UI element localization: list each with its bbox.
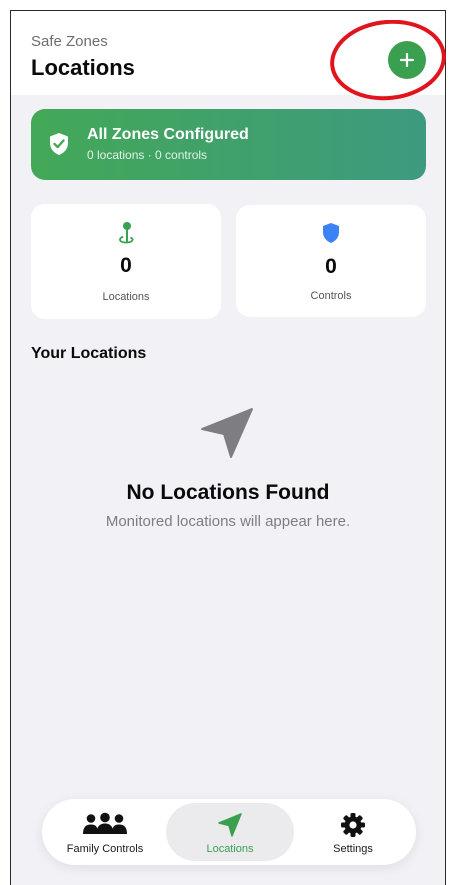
locations-stat-label: Locations: [102, 291, 150, 303]
tab-family-controls[interactable]: Family Controls: [42, 799, 168, 865]
shield-icon: [323, 223, 339, 243]
people-icon: [83, 812, 127, 834]
controls-count: 0: [325, 255, 337, 278]
controls-stat-label: Controls: [310, 290, 352, 302]
empty-state-title: No Locations Found: [126, 481, 330, 504]
gear-icon: [341, 813, 365, 837]
locations-stat-card: 0 Locations: [31, 204, 221, 319]
map-pin-icon: [119, 222, 134, 244]
tab-label-settings: Settings: [333, 843, 373, 855]
shield-check-icon: [50, 133, 68, 155]
status-banner: All Zones Configured 0 locations · 0 con…: [31, 109, 426, 180]
tab-bar: Family Controls Locations Settings: [42, 799, 416, 865]
tab-label-locations: Locations: [206, 843, 254, 855]
page-title: Locations: [31, 55, 135, 80]
controls-stat-card: 0 Controls: [236, 205, 426, 317]
location-arrow-icon: [218, 813, 242, 837]
empty-state-subtitle: Monitored locations will appear here.: [105, 513, 351, 530]
status-banner-title: All Zones Configured: [87, 126, 249, 143]
header-subtitle: Safe Zones: [31, 33, 108, 50]
section-title: Your Locations: [31, 345, 147, 362]
tab-settings[interactable]: Settings: [290, 799, 416, 865]
nav-header: Safe Zones Locations: [11, 11, 445, 95]
tab-locations[interactable]: Locations: [166, 799, 294, 865]
location-arrow-icon: [201, 408, 253, 458]
locations-count: 0: [120, 254, 132, 277]
tab-label-family-controls: Family Controls: [66, 843, 144, 855]
plus-icon: [399, 52, 415, 68]
app-screen: Safe Zones Locations All Zones Configure…: [10, 10, 446, 885]
status-banner-subtitle: 0 locations · 0 controls: [87, 148, 208, 162]
add-location-button[interactable]: [388, 41, 426, 79]
